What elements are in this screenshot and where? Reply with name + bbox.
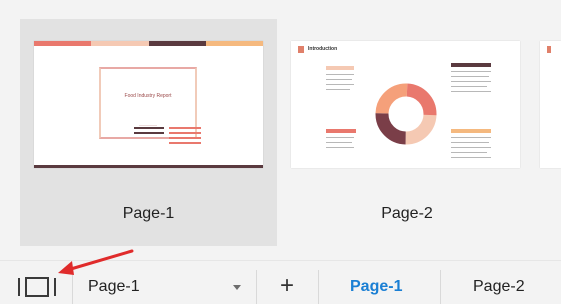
slide-text-line (451, 91, 491, 92)
thumbnail-page-3-partial[interactable] (540, 41, 561, 168)
slide-text-line (326, 137, 354, 138)
slide-bottom-bar (34, 165, 263, 168)
slide-stripe (169, 132, 201, 134)
slide-text-line (326, 84, 354, 85)
donut-diagram (375, 83, 437, 145)
thumbnail-label: Page-1 (122, 205, 175, 222)
slide-text-line (326, 74, 354, 75)
slide-text-line (451, 147, 491, 148)
add-page-button[interactable]: + (273, 272, 301, 300)
slide-text-line (326, 142, 352, 143)
slide-text-line (451, 86, 487, 87)
slide-preview-page-2: Introduction (291, 41, 520, 168)
slide-text-line (451, 137, 491, 138)
slide-stripe (134, 132, 164, 134)
divider (256, 270, 257, 304)
slide-text-line (451, 142, 489, 143)
page-select-value: Page-1 (88, 278, 140, 295)
chevron-down-icon (233, 285, 241, 290)
slide-text-line (451, 71, 491, 72)
page-thumbnail-pane: Food Industry Report —————— Page-1 Intro… (0, 0, 561, 304)
slide-text-line (451, 157, 491, 158)
divider (318, 270, 319, 304)
slide-title: Introduction (308, 46, 338, 52)
slide-tag (451, 129, 491, 133)
slide-text-line (451, 152, 487, 153)
tab-page-2[interactable]: Page-2 (473, 278, 525, 296)
slide-text-line (326, 89, 350, 90)
slide-title-marker (298, 46, 304, 53)
slide-tag (326, 129, 356, 133)
tab-page-1[interactable]: Page-1 (350, 278, 402, 296)
thumbnail-page-1[interactable]: Food Industry Report —————— Page-1 (20, 19, 277, 246)
divider (440, 270, 441, 304)
slide-text-line (326, 147, 354, 148)
slide-stripe (134, 127, 164, 129)
slide-title: Food Industry Report (124, 93, 172, 99)
thumbnail-label: Page-2 (381, 205, 433, 222)
slide-preview-page-1: Food Industry Report —————— (34, 41, 263, 168)
slide-text-line (451, 76, 489, 77)
slide-text-line (451, 81, 491, 82)
slide-tag (326, 66, 354, 70)
thumbnail-strip: Food Industry Report —————— Page-1 Intro… (0, 0, 561, 258)
slide-stripe (169, 127, 201, 129)
slide-text-line (326, 79, 352, 80)
thumbnail-page-2[interactable]: Introduction Page-2 (277, 19, 537, 246)
slide-top-color-bar (34, 41, 263, 46)
slide-tag (451, 63, 491, 67)
annotation-arrow (58, 249, 134, 275)
slide-stripe (169, 137, 201, 139)
slide-stripe (169, 142, 201, 144)
slide-title-marker (547, 46, 551, 53)
